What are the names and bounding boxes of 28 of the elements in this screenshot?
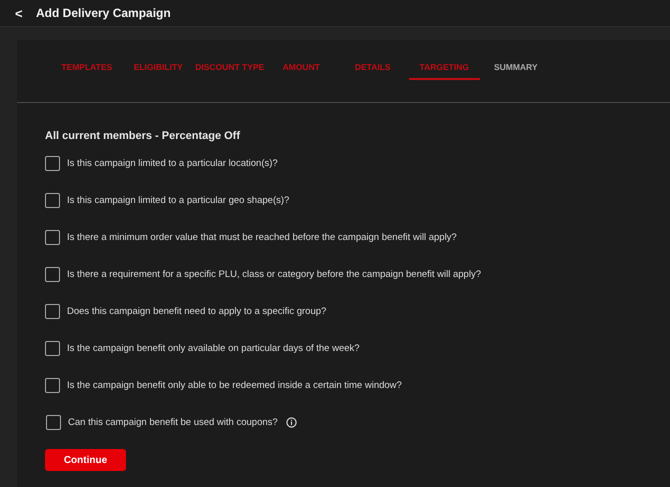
question-label: Is there a minimum order value that must be reached before the campaign benefit will apply? [67, 232, 457, 242]
checkbox[interactable] [45, 378, 60, 392]
back-button[interactable]: < [15, 6, 29, 20]
step-tab[interactable]: TEMPLATES [51, 60, 122, 80]
step-tab[interactable]: SUMMARY [480, 60, 552, 80]
info-icon[interactable] [286, 416, 297, 428]
step-tab[interactable]: DISCOUNT TYPE [194, 60, 266, 80]
question-label: Is the campaign benefit only able to be redeemed inside a certain time window? [67, 380, 402, 390]
question-label: Is there a requirement for a specific PLU, class or category before the campaign benefit will apply? [67, 268, 481, 280]
question-label: Is this campaign limited to a particular location(s)? [67, 158, 278, 168]
step-tab[interactable]: TARGETING [408, 60, 480, 80]
checkbox[interactable] [45, 192, 60, 208]
checkbox[interactable] [45, 340, 60, 356]
checkbox[interactable] [45, 266, 60, 282]
page-title: Add Delivery Campaign [36, 6, 171, 20]
step-tab[interactable]: DETAILS [337, 60, 408, 80]
question-label: Is this campaign limited to a particular geo shape(s)? [67, 194, 290, 206]
question-label: Is the campaign benefit only available on particular days of the week? [67, 342, 360, 354]
checkbox[interactable] [45, 304, 60, 318]
question-label: Can this campaign benefit be used with coupons? [68, 416, 278, 428]
question-label: Does this campaign benefit need to apply to a specific group? [67, 306, 326, 316]
checkbox[interactable] [45, 156, 60, 170]
section-heading: All current members - Percentage Off [45, 130, 242, 142]
step-tab[interactable]: AMOUNT [266, 60, 337, 80]
checkbox[interactable] [45, 230, 60, 244]
continue-button[interactable]: Continue [45, 449, 126, 471]
step-tab[interactable]: ELIGIBILITY [122, 60, 194, 80]
checkbox[interactable] [46, 414, 61, 430]
